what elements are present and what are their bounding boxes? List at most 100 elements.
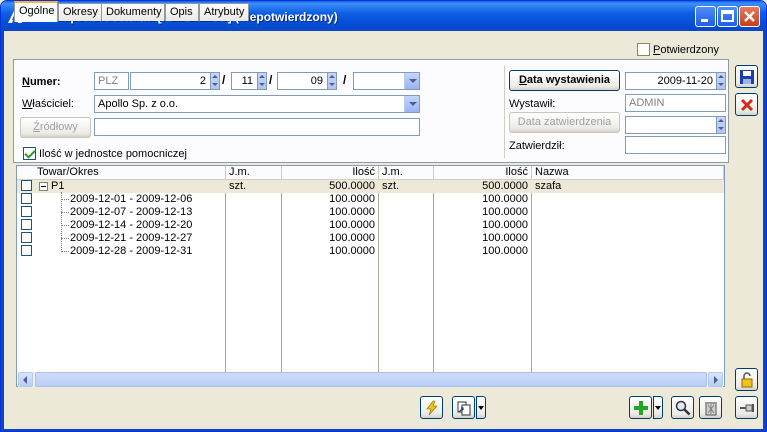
source-field[interactable] [94,118,420,136]
row-aux-quantity: 100.0000 [482,219,528,231]
number-suffix-select[interactable] [353,72,420,90]
row-checkbox[interactable] [21,180,32,191]
column-header-unit[interactable]: J.m. [226,166,282,180]
approval-date-button[interactable]: Data zatwierdzenia [509,112,620,133]
row-period: 2009-12-14 - 2009-12-20 [70,219,193,231]
row-checkbox[interactable] [21,206,32,217]
horizontal-scrollbar[interactable] [18,372,723,387]
number-seq-field[interactable]: 2 [130,72,220,90]
table-row[interactable]: 2009-12-21 - 2009-12-27 100.0000 100.0000 [17,232,724,245]
tree-line [61,212,69,213]
column-header-aux-unit[interactable]: J.m. [379,166,434,180]
tab-opis[interactable]: Opis [165,3,199,21]
tab-ogolne[interactable]: Ogólne [14,1,58,22]
source-button[interactable]: Źródłowy [20,117,91,138]
issued-by-field: ADMIN [625,94,726,112]
number-year-field[interactable]: 09 [277,72,337,90]
tab-atrybuty[interactable]: Atrybuty [199,3,249,21]
transform-button[interactable] [452,396,475,419]
number-separator: / [343,73,347,87]
row-checkbox[interactable] [21,232,32,243]
close-icon [744,11,755,22]
table-row[interactable]: 2009-12-14 - 2009-12-20 100.0000 100.0000 [17,219,724,232]
scroll-right-icon[interactable] [708,372,723,387]
number-year-spinner[interactable] [327,73,336,89]
scroll-thumb[interactable] [35,372,707,387]
window-frame-right [763,31,766,431]
document-convert-icon [457,401,471,416]
close-window-button[interactable] [739,6,760,27]
column-header-quantity[interactable]: Ilość [282,166,379,180]
lightning-button[interactable] [420,396,443,419]
row-aux-quantity: 100.0000 [482,206,528,218]
column-header-item[interactable]: Towar/Okres [17,166,226,180]
tree-line [61,238,69,239]
row-aux-unit [382,206,430,219]
row-period: 2009-12-01 - 2009-12-06 [70,193,193,205]
approval-date-spinner[interactable] [716,117,725,133]
column-header-name[interactable]: Nazwa [532,166,724,180]
trash-icon [705,402,717,416]
chevron-down-icon[interactable] [404,73,419,89]
items-grid: Towar/Okres J.m. Ilość J.m. Ilość Nazwa … [16,165,725,387]
maximize-button[interactable] [717,6,738,27]
delete-button[interactable] [699,396,722,419]
approved-by-label: Zatwierdził: [509,140,565,152]
table-row[interactable]: 2009-12-01 - 2009-12-06 100.0000 100.0000 [17,193,724,206]
row-checkbox[interactable] [21,193,32,204]
number-month-field[interactable]: 11 [231,72,267,90]
row-aux-quantity: 100.0000 [482,193,528,205]
unlock-button[interactable] [735,368,758,391]
row-period: 2009-12-21 - 2009-12-27 [70,232,193,244]
add-dropdown-button[interactable] [653,396,663,419]
window: Plan zapotrzebowania [PLZ-2/11/09] (niep… [0,0,767,432]
row-checkbox[interactable] [21,245,32,256]
issue-date-button[interactable]: Data wystawienia [509,70,620,91]
pin-button[interactable] [735,396,758,419]
save-button[interactable] [735,65,758,88]
table-row[interactable]: P1 szt. 500.0000 szt. 500.0000 szafa [17,180,724,193]
row-checkbox[interactable] [21,219,32,230]
number-prefix-field[interactable]: PLZ [94,72,129,90]
cancel-button[interactable] [735,93,758,116]
lock-icon [741,372,753,388]
row-name [535,206,720,219]
row-aux-quantity: 100.0000 [482,232,528,244]
tree-line [61,192,62,250]
approval-date-field[interactable] [625,116,726,134]
search-button[interactable] [671,396,694,419]
number-separator: / [269,73,273,87]
row-quantity: 100.0000 [329,232,375,244]
confirmed-checkbox[interactable] [637,43,650,56]
row-period: 2009-12-07 - 2009-12-13 [70,206,193,218]
add-button[interactable] [629,396,652,419]
scroll-left-icon[interactable] [18,372,33,387]
transform-dropdown-button[interactable] [476,396,486,419]
row-unit [229,245,279,258]
chevron-down-icon[interactable] [404,96,419,112]
row-aux-unit [382,232,430,245]
column-header-aux-quantity[interactable]: Ilość [434,166,532,180]
issue-date-spinner[interactable] [716,73,725,89]
owner-select[interactable]: Apollo Sp. z o.o. [94,95,420,113]
tree-line [61,251,69,252]
number-label: Numer: [22,76,61,88]
tab-dokumenty[interactable]: Dokumenty [101,3,165,21]
issued-by-label: Wystawił: [509,98,556,110]
row-aux-unit [382,245,430,258]
tab-okresy[interactable]: Okresy [58,3,102,21]
number-seq-spinner[interactable] [210,73,219,89]
number-month-spinner[interactable] [257,73,266,89]
owner-label: Właściciel: [22,98,74,110]
issue-date-field[interactable]: 2009-11-20 [625,72,726,90]
row-aux-unit: szt. [382,180,400,192]
minimize-button[interactable] [695,6,716,27]
table-row[interactable]: 2009-12-28 - 2009-12-31 100.0000 100.0000 [17,245,724,258]
row-unit [229,232,279,245]
tree-line [61,225,69,226]
row-unit: szt. [229,180,247,192]
collapse-icon[interactable] [39,182,48,191]
confirmed-label: Potwierdzony [653,44,720,56]
aux-unit-checkbox[interactable] [23,147,36,160]
table-row[interactable]: 2009-12-07 - 2009-12-13 100.0000 100.0000 [17,206,724,219]
